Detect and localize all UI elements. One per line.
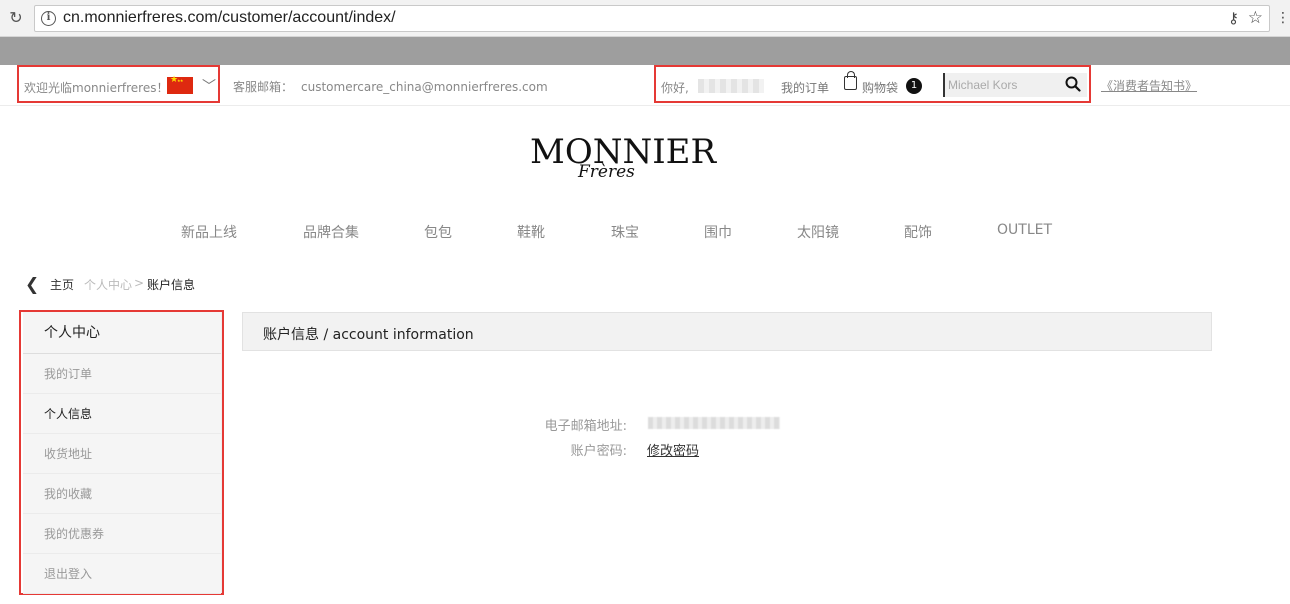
account-sidebar: 个人中心 我的订单 个人信息 收货地址 我的收藏 我的优惠券 退出登入 bbox=[19, 310, 224, 595]
sidebar-item-addresses[interactable]: 收货地址 bbox=[23, 434, 221, 474]
browser-menu-icon[interactable]: ⋮ bbox=[1276, 10, 1290, 26]
shopping-bag-icon[interactable] bbox=[844, 71, 857, 90]
sidebar-item-personal-info[interactable]: 个人信息 bbox=[23, 394, 221, 434]
top-bar: 欢迎光临monnierfreres！ ﹀ 客服邮箱： customercare_c… bbox=[0, 65, 1290, 106]
key-icon[interactable]: ⚷ bbox=[1228, 9, 1239, 27]
breadcrumb-home[interactable]: 主页 bbox=[50, 276, 74, 293]
breadcrumb-center[interactable]: 个人中心 bbox=[84, 276, 132, 293]
nav-outlet[interactable]: OUTLET bbox=[997, 222, 1052, 238]
password-label: 账户密码: bbox=[570, 444, 627, 459]
bookmark-star-icon[interactable]: ☆ bbox=[1248, 8, 1263, 28]
sidebar-item-my-orders[interactable]: 我的订单 bbox=[23, 354, 221, 394]
nav-accessories[interactable]: 配饰 bbox=[904, 222, 932, 242]
language-selector[interactable]: 欢迎光临monnierfreres！ ﹀ bbox=[17, 65, 220, 103]
sidebar-item-favorites[interactable]: 我的收藏 bbox=[23, 474, 221, 514]
blurred-username bbox=[698, 79, 764, 93]
bag-count-badge: 1 bbox=[906, 78, 922, 94]
welcome-text: 欢迎光临monnierfreres！ bbox=[24, 81, 169, 95]
nav-new-arrivals[interactable]: 新品上线 bbox=[181, 222, 237, 242]
blurred-email-value bbox=[648, 417, 780, 429]
nav-jewelry[interactable]: 珠宝 bbox=[611, 222, 639, 242]
nav-sunglasses[interactable]: 太阳镜 bbox=[797, 222, 839, 242]
info-icon[interactable]: i bbox=[41, 11, 56, 26]
search-box bbox=[943, 73, 1087, 97]
nav-bags[interactable]: 包包 bbox=[424, 222, 452, 242]
address-bar[interactable]: i cn.monnierfreres.com/customer/account/… bbox=[34, 5, 1270, 32]
sidebar-item-coupons[interactable]: 我的优惠券 bbox=[23, 514, 221, 554]
sidebar-item-logout[interactable]: 退出登入 bbox=[23, 554, 221, 594]
service-email[interactable]: customercare_china@monnierfreres.com bbox=[301, 80, 548, 94]
gray-banner bbox=[0, 37, 1290, 65]
page-title: 账户信息 / account information bbox=[263, 327, 474, 343]
sidebar-title: 个人中心 bbox=[23, 312, 221, 354]
reload-icon[interactable]: ↻ bbox=[6, 8, 26, 28]
search-input[interactable] bbox=[948, 73, 1058, 97]
site-logo[interactable]: MONNIER Frères bbox=[530, 132, 716, 192]
email-label: 电子邮箱地址: bbox=[544, 419, 627, 434]
url-text[interactable]: cn.monnierfreres.com/customer/account/in… bbox=[63, 9, 396, 27]
change-password-link[interactable]: 修改密码 bbox=[647, 440, 699, 459]
chevron-left-icon[interactable]: ❮ bbox=[25, 275, 39, 295]
account-info-header: 账户信息 / account information bbox=[242, 312, 1212, 351]
logo-sub-text: Frères bbox=[578, 162, 635, 182]
breadcrumb-separator: > bbox=[134, 276, 145, 290]
main-nav: 新品上线 品牌合集 包包 鞋靴 珠宝 围巾 太阳镜 配饰 OUTLET bbox=[0, 222, 1290, 242]
nav-shoes[interactable]: 鞋靴 bbox=[517, 222, 545, 242]
user-tools: 你好, 我的订单 购物袋 1 bbox=[654, 65, 1091, 103]
customer-service: 客服邮箱： customercare_china@monnierfreres.co… bbox=[233, 78, 548, 95]
shopping-bag-link[interactable]: 购物袋 bbox=[862, 79, 898, 96]
search-icon[interactable] bbox=[1065, 76, 1081, 92]
my-orders-link[interactable]: 我的订单 bbox=[781, 79, 829, 96]
consumer-notice-link[interactable]: 《消费者告知书》 bbox=[1101, 77, 1197, 94]
browser-toolbar: ↻ i cn.monnierfreres.com/customer/accoun… bbox=[0, 0, 1290, 37]
sidebar-menu: 个人中心 我的订单 个人信息 收货地址 我的收藏 我的优惠券 退出登入 bbox=[23, 312, 222, 594]
nav-brands[interactable]: 品牌合集 bbox=[303, 222, 359, 242]
breadcrumb-current: 账户信息 bbox=[147, 278, 196, 292]
service-label: 客服邮箱： bbox=[233, 80, 294, 94]
greeting: 你好, bbox=[661, 81, 689, 95]
nav-scarves[interactable]: 围巾 bbox=[704, 222, 732, 242]
china-flag-icon bbox=[167, 75, 193, 94]
chevron-down-icon[interactable]: ﹀ bbox=[202, 76, 216, 96]
